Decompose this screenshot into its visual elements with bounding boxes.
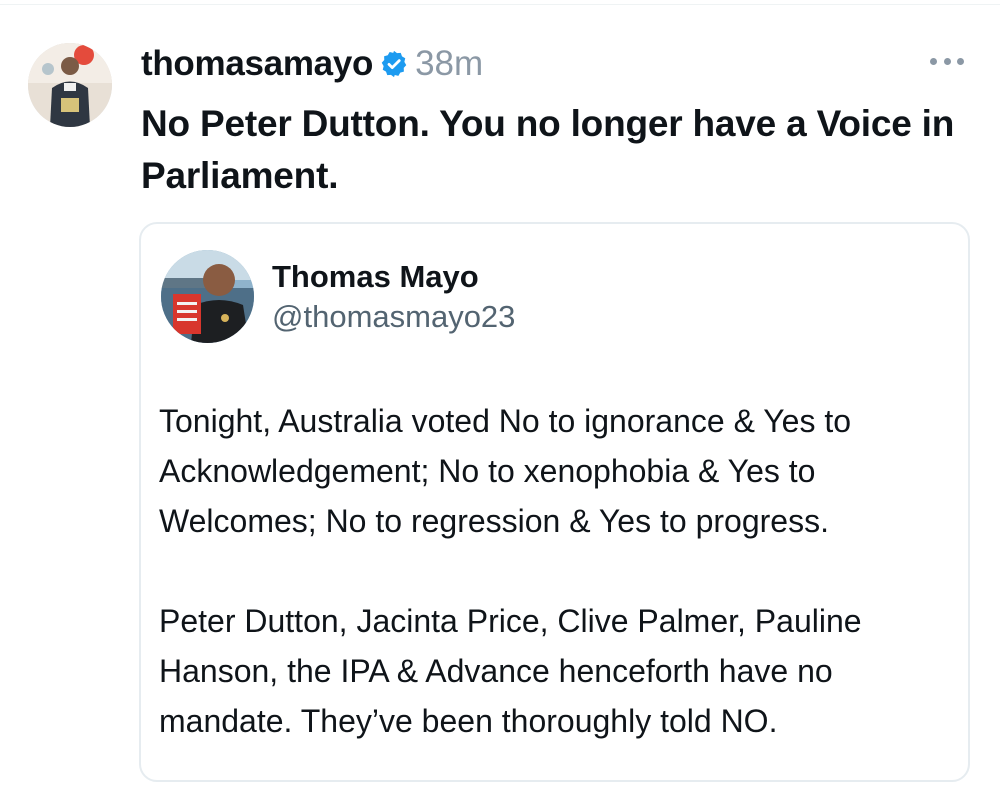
quoted-author-avatar[interactable] — [161, 250, 254, 343]
username[interactable]: thomasamayo — [141, 44, 373, 84]
quoted-display-name[interactable]: Thomas Mayo — [272, 258, 479, 296]
ellipsis-dot-icon — [957, 57, 964, 65]
quoted-post-text: Tonight, Australia voted No to ignorance… — [159, 396, 959, 796]
quoted-post-card[interactable]: Thomas Mayo @thomasmayo23 Tonight, Austr… — [139, 222, 970, 782]
quoted-paragraph: Tonight, Australia voted No to ignorance… — [159, 403, 852, 539]
ellipsis-dot-icon — [943, 57, 951, 65]
ellipsis-dot-icon — [930, 57, 937, 65]
quoted-handle[interactable]: @thomasmayo23 — [272, 298, 515, 336]
quoted-paragraph: Peter Dutton, Jacinta Price, Clive Palme… — [159, 603, 862, 739]
more-options-button[interactable] — [930, 50, 964, 72]
post-header: thomasamayo 38m — [141, 42, 483, 86]
post-timestamp[interactable]: 38m — [415, 44, 483, 84]
verified-badge-icon — [379, 49, 409, 79]
profile-photo-icon — [28, 43, 112, 127]
profile-photo-with-book-icon — [161, 250, 254, 343]
post-text: No Peter Dutton. You no longer have a Vo… — [141, 103, 955, 196]
author-avatar[interactable] — [28, 43, 112, 127]
post[interactable]: thomasamayo 38m No Peter Dutton. You no … — [0, 0, 1000, 782]
